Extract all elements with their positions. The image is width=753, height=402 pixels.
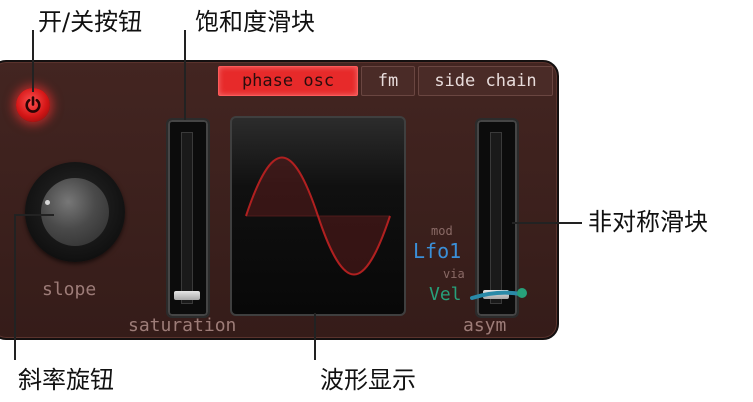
callout-power-button: 开/关按钮 xyxy=(38,8,143,36)
callout-leader-asym xyxy=(512,222,582,224)
callout-leader-saturation xyxy=(184,30,186,120)
tab-phase-osc[interactable]: phase osc xyxy=(218,66,358,96)
mod-source-selector[interactable]: Lfo1 xyxy=(413,239,461,263)
slider-track xyxy=(181,132,193,304)
saturation-slider[interactable] xyxy=(166,118,210,318)
via-source-selector[interactable]: Vel xyxy=(429,284,462,305)
saturation-label: saturation xyxy=(128,315,237,336)
slope-label: slope xyxy=(42,279,97,300)
callout-leader-slope-horizontal xyxy=(14,214,54,216)
via-mod-range-indicator xyxy=(470,288,527,300)
via-label: via xyxy=(443,267,465,281)
tab-side-chain[interactable]: side chain xyxy=(418,66,553,96)
power-button[interactable] xyxy=(16,88,50,122)
waveform-graph xyxy=(245,156,391,276)
power-icon xyxy=(25,96,41,113)
mod-label: mod xyxy=(431,224,453,238)
callout-leader-slope-vertical xyxy=(14,214,16,360)
callout-slope-knob: 斜率旋钮 xyxy=(18,366,114,394)
callout-waveform-display: 波形显示 xyxy=(320,366,416,394)
oscillator-mode-tabs: phase osc fm side chain xyxy=(218,66,553,96)
knob-indicator xyxy=(45,200,50,205)
asym-label: asym xyxy=(463,315,507,336)
callout-saturation-slider: 饱和度滑块 xyxy=(195,8,315,36)
callout-asym-slider: 非对称滑块 xyxy=(588,208,708,236)
slope-knob[interactable] xyxy=(25,162,125,262)
waveform-display xyxy=(230,116,406,316)
callout-leader-power xyxy=(32,30,34,92)
callout-leader-wave xyxy=(314,313,316,360)
saturation-slider-thumb[interactable] xyxy=(174,291,200,300)
tab-fm[interactable]: fm xyxy=(361,66,415,96)
knob-cap xyxy=(41,178,109,246)
